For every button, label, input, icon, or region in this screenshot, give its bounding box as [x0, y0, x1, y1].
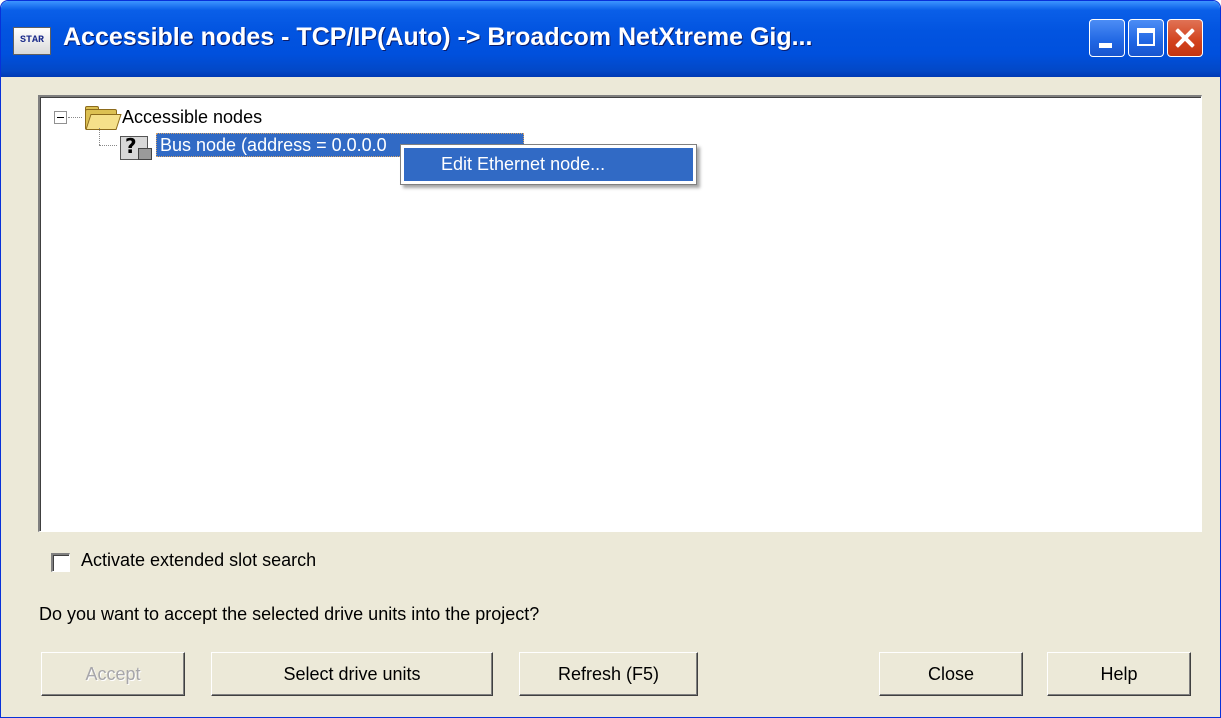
maximize-button[interactable]: [1128, 19, 1164, 57]
extended-slot-search-checkbox[interactable]: [51, 553, 70, 572]
tree-connector: [99, 128, 100, 145]
select-drive-units-button[interactable]: Select drive units: [211, 652, 493, 696]
tree-connector: [99, 145, 117, 146]
refresh-button[interactable]: Refresh (F5): [519, 652, 698, 696]
context-menu: Edit Ethernet node...: [400, 144, 697, 185]
app-icon: STAR: [13, 27, 51, 55]
extended-slot-search-label[interactable]: Activate extended slot search: [81, 550, 316, 571]
accept-prompt: Do you want to accept the selected drive…: [39, 604, 540, 624]
close-icon: [1168, 20, 1202, 56]
menu-item-edit-ethernet-node[interactable]: Edit Ethernet node...: [404, 148, 693, 181]
close-button[interactable]: Close: [879, 652, 1023, 696]
accessible-nodes-dialog: STAR Accessible nodes - TCP/IP(Auto) -> …: [0, 0, 1221, 718]
minimize-icon: [1099, 43, 1112, 48]
tree-root-label[interactable]: Accessible nodes: [122, 107, 262, 128]
close-window-button[interactable]: [1167, 19, 1203, 57]
unknown-device-icon: ?: [120, 132, 152, 160]
folder-open-icon: [84, 106, 122, 130]
title-bar[interactable]: STAR Accessible nodes - TCP/IP(Auto) -> …: [1, 1, 1220, 77]
help-button[interactable]: Help: [1047, 652, 1191, 696]
window-title: Accessible nodes - TCP/IP(Auto) -> Broad…: [63, 23, 813, 51]
accept-button[interactable]: Accept: [41, 652, 185, 696]
tree-connector: [68, 117, 82, 118]
collapse-toggle-icon[interactable]: [54, 111, 67, 124]
minimize-button[interactable]: [1089, 19, 1125, 57]
maximize-icon: [1137, 28, 1155, 46]
